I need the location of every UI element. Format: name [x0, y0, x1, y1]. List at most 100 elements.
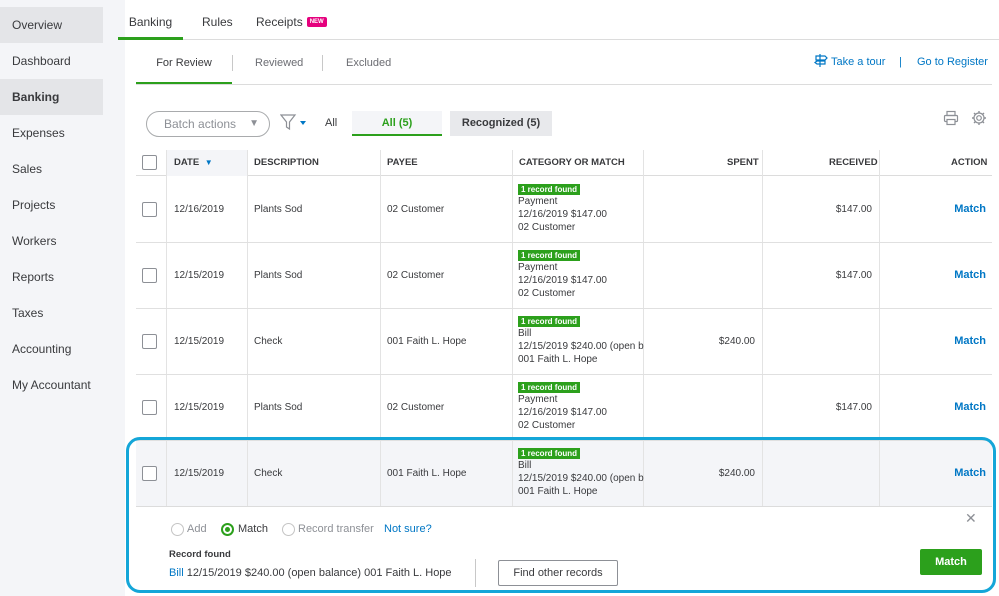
tab-divider: [232, 55, 233, 71]
row-date: 12/15/2019: [174, 402, 225, 413]
signpost-icon: [814, 54, 828, 67]
table-row[interactable]: 12/15/2019 Check 001 Faith L. Hope 1 rec…: [136, 309, 992, 375]
row-checkbox[interactable]: [142, 466, 157, 481]
radio-record-transfer-label: Record transfer: [298, 523, 374, 535]
row-category-match[interactable]: 1 record found Payment 12/16/2019 $147.0…: [518, 250, 644, 300]
column-header-description: DESCRIPTION: [254, 157, 319, 168]
record-found-badge: 1 record found: [518, 316, 581, 327]
sidebar-item-workers[interactable]: Workers: [0, 223, 103, 259]
find-other-records-button[interactable]: Find other records: [498, 560, 618, 586]
row-category-match[interactable]: 1 record found Payment 12/16/2019 $147.0…: [518, 382, 644, 432]
column-header-date[interactable]: DATE ▼: [166, 150, 247, 176]
tab-excluded[interactable]: Excluded: [346, 43, 391, 83]
tab-for-review[interactable]: For Review: [136, 43, 232, 84]
radio-record-transfer[interactable]: [282, 523, 295, 536]
filter-icon: [279, 114, 306, 131]
go-to-register-link[interactable]: Go to Register: [917, 43, 988, 81]
sidebar-item-projects[interactable]: Projects: [0, 187, 103, 223]
row-spent: $240.00: [718, 468, 755, 479]
sort-desc-icon: ▼: [204, 158, 213, 167]
record-found-badge: 1 record found: [518, 184, 581, 195]
settings-button[interactable]: [971, 110, 987, 129]
row-date: 12/15/2019: [174, 270, 225, 281]
match-date-amount: 12/15/2019 $240.00 (open balance): [518, 473, 644, 484]
sidebar-item-my-accountant[interactable]: My Accountant: [0, 367, 103, 403]
sidebar-item-expenses[interactable]: Expenses: [0, 115, 103, 151]
row-category-match[interactable]: 1 record found Bill 12/15/2019 $240.00 (…: [518, 448, 644, 498]
tab-receipts-label: Receipts: [256, 15, 303, 29]
match-link[interactable]: Match: [954, 467, 986, 479]
sidebar-item-banking[interactable]: Banking: [0, 79, 103, 115]
matched-record-link[interactable]: Bill: [169, 567, 184, 579]
sidebar-item-overview[interactable]: Overview: [0, 7, 103, 43]
take-a-tour-link[interactable]: Take a tour: [814, 43, 885, 81]
table-row[interactable]: 12/15/2019 Plants Sod 02 Customer 1 reco…: [136, 375, 992, 441]
row-description: Check: [254, 468, 283, 479]
row-checkbox[interactable]: [142, 400, 157, 415]
batch-actions-label: Batch actions: [164, 117, 237, 131]
tab-banking[interactable]: Banking: [118, 0, 183, 40]
sidebar-item-sales[interactable]: Sales: [0, 151, 103, 187]
sidebar-item-taxes[interactable]: Taxes: [0, 295, 103, 331]
match-button[interactable]: Match: [920, 549, 982, 575]
tab-divider: [322, 55, 323, 71]
tab-receipts[interactable]: Receipts NEW: [256, 0, 327, 40]
new-badge: NEW: [306, 17, 327, 27]
row-description: Plants Sod: [254, 402, 303, 413]
batch-actions-dropdown[interactable]: Batch actions ▼: [146, 111, 270, 137]
row-checkbox[interactable]: [142, 202, 157, 217]
radio-match-label: Match: [238, 523, 268, 535]
table-row[interactable]: 12/15/2019 Plants Sod 02 Customer 1 reco…: [136, 243, 992, 309]
match-payee: 02 Customer: [518, 288, 576, 299]
not-sure-link[interactable]: Not sure?: [384, 523, 432, 535]
column-header-category: CATEGORY OR MATCH: [519, 157, 625, 168]
filter-all-label: All: [325, 117, 338, 129]
row-payee: 001 Faith L. Hope: [387, 336, 467, 347]
match-payee: 02 Customer: [518, 420, 576, 431]
print-button[interactable]: [943, 110, 959, 129]
match-link[interactable]: Match: [954, 335, 986, 347]
match-type: Bill: [518, 328, 532, 339]
sidebar-item-reports[interactable]: Reports: [0, 259, 103, 295]
table-row[interactable]: 12/16/2019 Plants Sod 02 Customer 1 reco…: [136, 177, 992, 243]
row-category-match[interactable]: 1 record found Payment 12/16/2019 $147.0…: [518, 184, 644, 234]
select-all-checkbox[interactable]: [142, 155, 157, 170]
match-type: Bill: [518, 460, 532, 471]
take-a-tour-label: Take a tour: [831, 56, 886, 68]
filter-button[interactable]: [279, 114, 308, 135]
record-found-badge: 1 record found: [518, 448, 581, 459]
top-tabs: Banking Rules Receipts NEW: [118, 0, 999, 40]
link-separator: |: [899, 56, 902, 68]
row-spent: $240.00: [718, 336, 755, 347]
match-date-amount: 12/16/2019 $147.00: [518, 407, 607, 418]
detail-divider: [475, 559, 476, 587]
tab-reviewed[interactable]: Reviewed: [255, 43, 303, 83]
row-description: Plants Sod: [254, 204, 303, 215]
row-date: 12/15/2019: [174, 336, 225, 347]
row-checkbox[interactable]: [142, 268, 157, 283]
radio-add[interactable]: [171, 523, 184, 536]
row-payee: 001 Faith L. Hope: [387, 468, 467, 479]
match-link[interactable]: Match: [954, 203, 986, 215]
column-header-action: ACTION: [951, 157, 988, 168]
matched-record: Bill 12/15/2019 $240.00 (open balance) 0…: [169, 567, 452, 579]
match-link[interactable]: Match: [954, 401, 986, 413]
row-date: 12/15/2019: [174, 468, 225, 479]
row-description: Plants Sod: [254, 270, 303, 281]
match-link[interactable]: Match: [954, 269, 986, 281]
match-type: Payment: [518, 196, 558, 207]
table-header: DATE ▼ DESCRIPTION PAYEE CATEGORY OR MAT…: [136, 150, 992, 176]
close-icon[interactable]: ✕: [965, 510, 977, 527]
tab-rules[interactable]: Rules: [202, 0, 233, 40]
sidebar-item-accounting[interactable]: Accounting: [0, 331, 103, 367]
radio-add-label: Add: [187, 523, 207, 535]
sidebar-item-dashboard[interactable]: Dashboard: [0, 43, 103, 79]
filter-pill-all[interactable]: All (5): [352, 111, 442, 136]
table-row-expanded[interactable]: 12/15/2019 Check 001 Faith L. Hope 1 rec…: [136, 441, 992, 507]
row-category-match[interactable]: 1 record found Bill 12/15/2019 $240.00 (…: [518, 316, 644, 366]
match-payee: 02 Customer: [518, 222, 576, 233]
filter-pill-recognized[interactable]: Recognized (5): [450, 111, 552, 136]
radio-match[interactable]: [221, 523, 234, 536]
row-checkbox[interactable]: [142, 334, 157, 349]
row-received: $147.00: [835, 402, 872, 413]
